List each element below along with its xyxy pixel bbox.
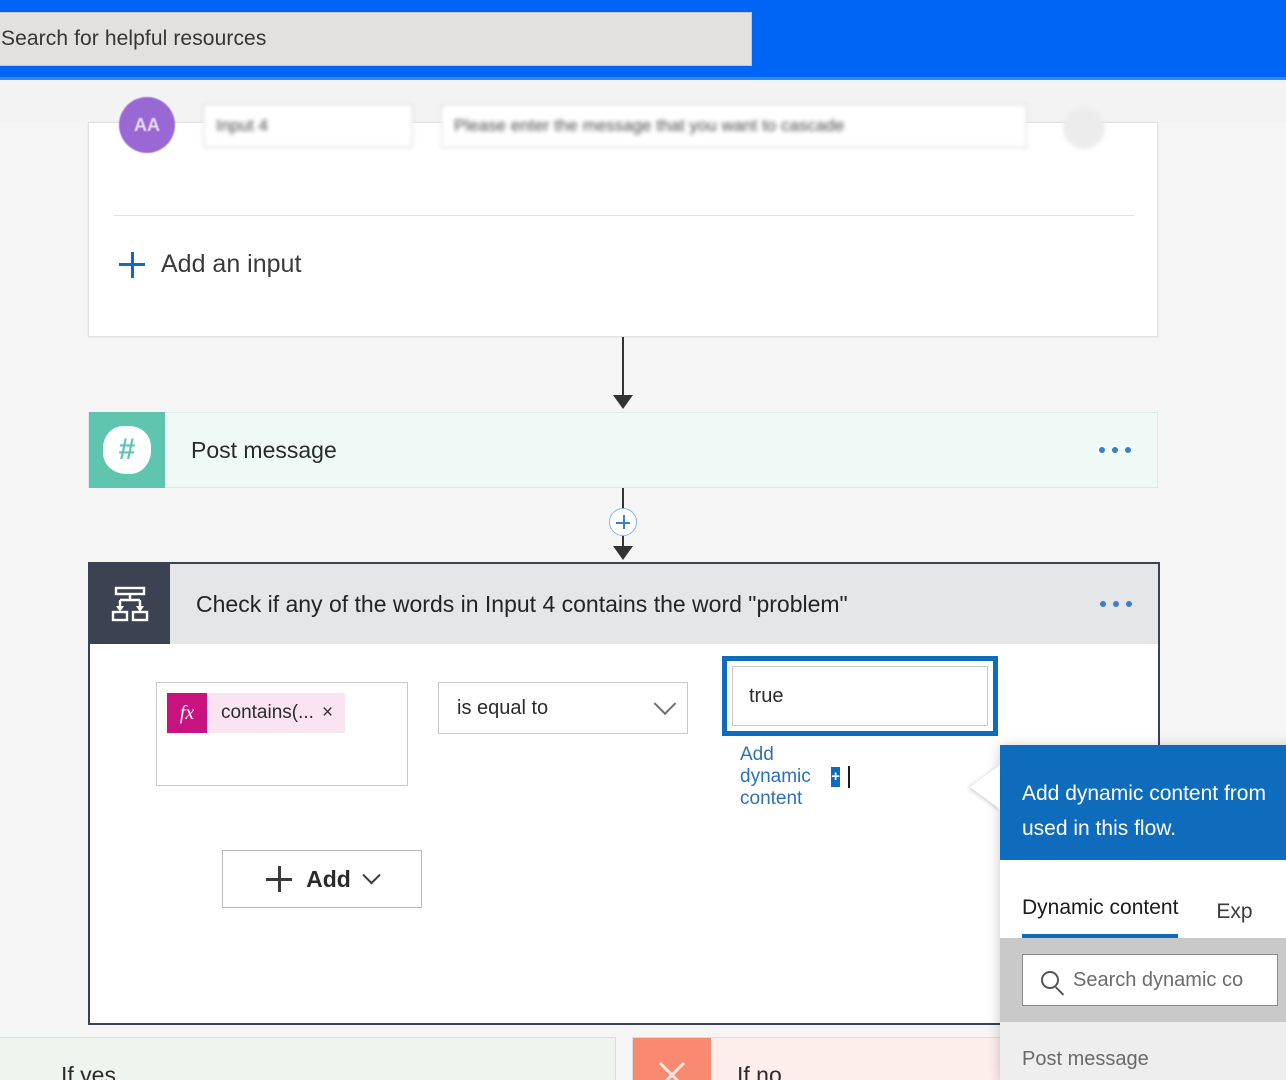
chevron-down-icon [362, 865, 381, 884]
condition-operator-select[interactable]: is equal to [438, 682, 688, 734]
tab-dynamic-content[interactable]: Dynamic content [1022, 896, 1179, 938]
expression-token-label: contains(... [221, 702, 314, 723]
condition-row: fx contains(... × is equal to true Add d… [156, 656, 998, 908]
add-an-input-label: Add an input [161, 250, 302, 278]
trigger-input-row: AA Input 4 Please enter the message that… [89, 97, 1157, 171]
condition-operand-field[interactable]: fx contains(... × [156, 682, 408, 786]
connector-arrow [613, 546, 633, 560]
add-condition-label: Add [306, 865, 351, 892]
chevron-down-icon [653, 692, 677, 716]
post-message-title: Post message [191, 436, 337, 463]
input-description-value: Please enter the message that you want t… [454, 116, 845, 135]
expression-token[interactable]: fx contains(... × [167, 693, 346, 733]
global-search-input[interactable]: Search for helpful resources [0, 12, 752, 66]
dynamic-content-search-area: Search dynamic co [1000, 938, 1286, 1022]
dynamic-content-search-input[interactable]: Search dynamic co [1022, 954, 1278, 1006]
dynamic-content-tabs: Dynamic content Exp [1000, 860, 1286, 938]
dynamic-content-panel[interactable]: Add dynamic content from used in this fl… [970, 745, 1286, 1080]
add-condition-button[interactable]: Add [222, 850, 422, 908]
if-yes-label: If yes [61, 1061, 116, 1080]
connector-arrow [613, 395, 633, 409]
post-message-card[interactable]: # Post message [88, 412, 1158, 488]
app-root: Search for helpful resources AA Input 4 … [0, 0, 1286, 1080]
add-an-input-button[interactable]: Add an input [119, 250, 301, 279]
add-dynamic-content-label: Add dynamic content [740, 744, 811, 809]
check-icon [0, 1038, 35, 1080]
plus-icon [119, 251, 145, 278]
if-yes-branch-card[interactable]: If yes [0, 1037, 616, 1080]
callout-line-1: Add dynamic content from [1022, 782, 1266, 805]
condition-value-text: true [749, 684, 784, 707]
callout-line-2: used in this flow. [1022, 816, 1177, 840]
remove-token-icon[interactable]: × [322, 702, 345, 724]
connector-line [622, 337, 624, 399]
condition-value-field-focused[interactable]: true [722, 656, 998, 736]
search-icon [1041, 971, 1059, 989]
slack-hash-glyph: # [103, 426, 151, 474]
tab-expression[interactable]: Exp [1216, 900, 1252, 938]
if-yes-header: If yes [0, 1038, 615, 1080]
input-description-field[interactable]: Please enter the message that you want t… [441, 104, 1027, 148]
top-header-bar: Search for helpful resources [0, 0, 1286, 80]
global-search-placeholder: Search for helpful resources [1, 27, 267, 50]
teaching-callout-text: Add dynamic content from used in this fl… [1000, 745, 1286, 860]
avatar: AA [119, 97, 175, 153]
x-icon [633, 1038, 711, 1080]
add-dynamic-content-link[interactable]: Add dynamic content + [740, 744, 850, 810]
input-name-value: Input 4 [216, 116, 268, 135]
slack-hash-icon: # [89, 412, 165, 488]
insert-step-button[interactable] [609, 508, 637, 536]
trigger-card[interactable]: AA Input 4 Please enter the message that… [88, 97, 1158, 337]
callout-pointer [970, 765, 1000, 809]
divider [113, 215, 1135, 216]
condition-menu-icon[interactable] [1100, 601, 1158, 607]
dynamic-content-section-label: Post message [1022, 1048, 1149, 1070]
plus-badge-icon[interactable]: + [831, 767, 841, 787]
input-options-button[interactable] [1063, 107, 1105, 149]
plus-icon [266, 866, 293, 892]
if-no-label: If no [737, 1061, 782, 1080]
condition-card-body: fx contains(... × is equal to true Add d… [90, 644, 1158, 1023]
condition-value-input[interactable]: true [732, 666, 988, 726]
text-cursor [848, 766, 850, 788]
post-message-menu-icon[interactable] [1099, 447, 1157, 453]
dynamic-content-search-placeholder: Search dynamic co [1073, 968, 1244, 991]
condition-branch-icon [90, 564, 170, 644]
condition-operator-value: is equal to [457, 696, 549, 719]
condition-title: Check if any of the words in Input 4 con… [196, 590, 848, 617]
condition-card-header[interactable]: Check if any of the words in Input 4 con… [90, 564, 1158, 644]
input-name-field[interactable]: Input 4 [203, 104, 413, 148]
fx-icon: fx [167, 693, 207, 733]
dynamic-content-list: Post message [1000, 1022, 1286, 1080]
connector-line [622, 488, 624, 508]
